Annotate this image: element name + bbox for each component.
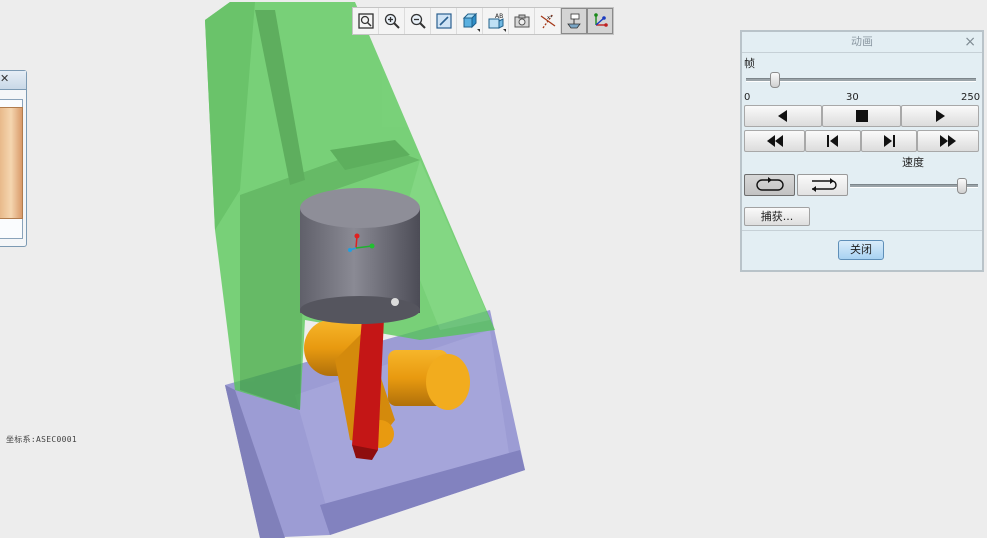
thumbnail-image xyxy=(0,107,23,219)
close-button[interactable]: 关闭 xyxy=(838,240,884,260)
model-tree-panel: ✕ xyxy=(0,70,27,247)
frame-min-label: 0 xyxy=(744,92,751,103)
dialog-separator xyxy=(742,230,982,231)
step-back-icon xyxy=(827,135,838,147)
stop-icon xyxy=(855,110,868,122)
annotation-icon xyxy=(567,13,581,29)
repeat-loop-button[interactable] xyxy=(744,174,795,196)
graphics-toolbar: AB x* xyxy=(352,7,614,35)
reverse-icon xyxy=(811,178,837,192)
csys-label: 坐标系:ASEC0001 xyxy=(6,435,77,444)
speed-slider-thumb[interactable] xyxy=(957,178,968,194)
camera-view-icon xyxy=(514,14,529,28)
dialog-title: 动画 xyxy=(851,35,873,48)
repaint-button[interactable] xyxy=(431,8,457,34)
svg-text:x*: x* xyxy=(547,15,553,21)
step-forward-button[interactable] xyxy=(861,130,917,152)
view-manager-button[interactable] xyxy=(509,8,535,34)
play-forward-icon xyxy=(936,110,945,122)
animation-dialog: 动画 × 帧 0 30 250 速度 捕获... 关闭 xyxy=(740,30,984,272)
play-forward-button[interactable] xyxy=(901,105,979,127)
step-row xyxy=(744,130,979,152)
datum-axis-icon: x* xyxy=(540,13,555,29)
speed-label: 速度 xyxy=(902,156,924,169)
close-icon[interactable]: × xyxy=(964,32,976,52)
saved-views-button[interactable]: AB xyxy=(483,8,509,34)
dropdown-caret-icon xyxy=(503,29,506,32)
datum-display-button[interactable]: x* xyxy=(535,8,561,34)
zoom-in-button[interactable] xyxy=(379,8,405,34)
zoom-out-button[interactable] xyxy=(405,8,431,34)
capture-button[interactable]: 捕获... xyxy=(744,207,810,226)
panel-titlebar: ✕ xyxy=(0,71,26,90)
csys-icon xyxy=(594,13,608,27)
zoom-in-icon xyxy=(384,13,400,29)
saved-view-icon: AB xyxy=(488,13,503,29)
piston xyxy=(300,188,420,324)
rewind-button[interactable] xyxy=(744,130,805,152)
play-backward-icon xyxy=(778,110,787,122)
frame-slider-track[interactable] xyxy=(746,78,976,82)
zoom-fit-button[interactable] xyxy=(353,8,379,34)
frame-current-label: 30 xyxy=(846,92,859,103)
repaint-icon xyxy=(435,13,452,29)
fast-forward-icon xyxy=(940,135,956,147)
playback-row xyxy=(744,105,979,127)
display-style-button[interactable] xyxy=(457,8,483,34)
close-icon[interactable]: ✕ xyxy=(0,72,9,85)
cube-shade-icon xyxy=(462,12,477,29)
loop-icon xyxy=(755,177,784,191)
rewind-icon xyxy=(766,135,783,147)
zoom-out-icon xyxy=(410,13,426,29)
reverse-loop-button[interactable] xyxy=(797,174,848,196)
csys-display-button[interactable] xyxy=(587,8,613,34)
step-forward-icon xyxy=(884,135,895,147)
annotation-display-button[interactable] xyxy=(561,8,587,34)
dropdown-caret-icon xyxy=(477,29,480,32)
fast-forward-button[interactable] xyxy=(917,130,979,152)
step-back-button[interactable] xyxy=(805,130,861,152)
frame-label: 帧 xyxy=(744,57,755,70)
dialog-titlebar: 动画 × xyxy=(742,32,982,53)
frame-max-label: 250 xyxy=(961,92,981,103)
zoom-fit-icon xyxy=(357,13,374,29)
play-backward-button[interactable] xyxy=(744,105,822,127)
frame-slider-thumb[interactable] xyxy=(769,72,780,88)
stop-button[interactable] xyxy=(822,105,901,127)
